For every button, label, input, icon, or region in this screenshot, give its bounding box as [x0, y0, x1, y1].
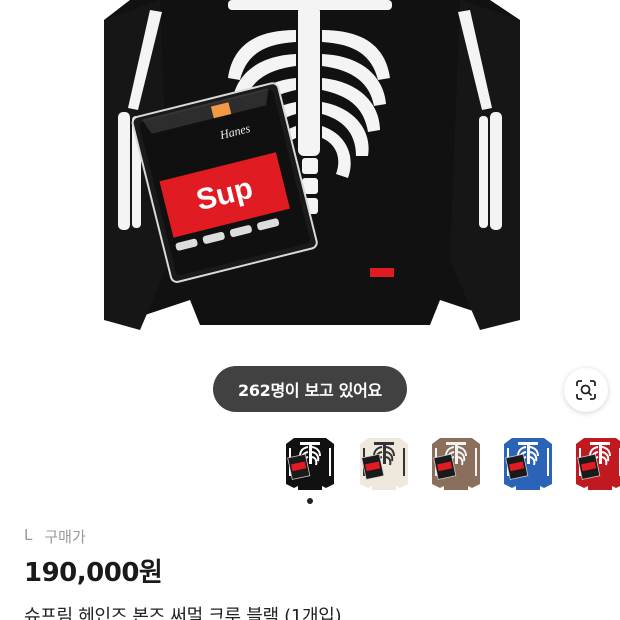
lens-search-button[interactable] — [564, 368, 608, 412]
small-box-logo — [370, 268, 394, 277]
thumbnail-shirt — [286, 438, 334, 490]
lens-search-icon — [576, 380, 596, 400]
thumbnail-5[interactable] — [572, 430, 620, 494]
size-price-type: L 구매가 — [24, 526, 86, 547]
thumbnail-shirt — [360, 438, 408, 490]
thumbnail-1[interactable] — [282, 430, 338, 494]
price-type-label: 구매가 — [44, 528, 86, 546]
viewers-badge: 262명이 보고 있어요 — [213, 366, 407, 412]
thermal-crew-photo: Hanes Sup — [104, 0, 520, 330]
product-image[interactable]: Hanes Sup — [0, 0, 620, 420]
thumbnail-shirt — [576, 438, 620, 490]
product-price: 190,000원 — [24, 558, 163, 588]
thumbnail-2[interactable] — [356, 430, 412, 494]
thumbnail-4[interactable] — [500, 430, 556, 494]
carousel-indicator — [307, 498, 313, 504]
size-label: L — [24, 526, 33, 544]
product-title: 슈프림 헤인즈 본즈 써멀 크루 블랙 (1개입) — [24, 606, 342, 620]
thumbnail-shirt — [432, 438, 480, 490]
viewers-text: 262명이 보고 있어요 — [238, 381, 382, 400]
thumbnail-shirt — [504, 438, 552, 490]
thumbnail-3[interactable] — [428, 430, 484, 494]
